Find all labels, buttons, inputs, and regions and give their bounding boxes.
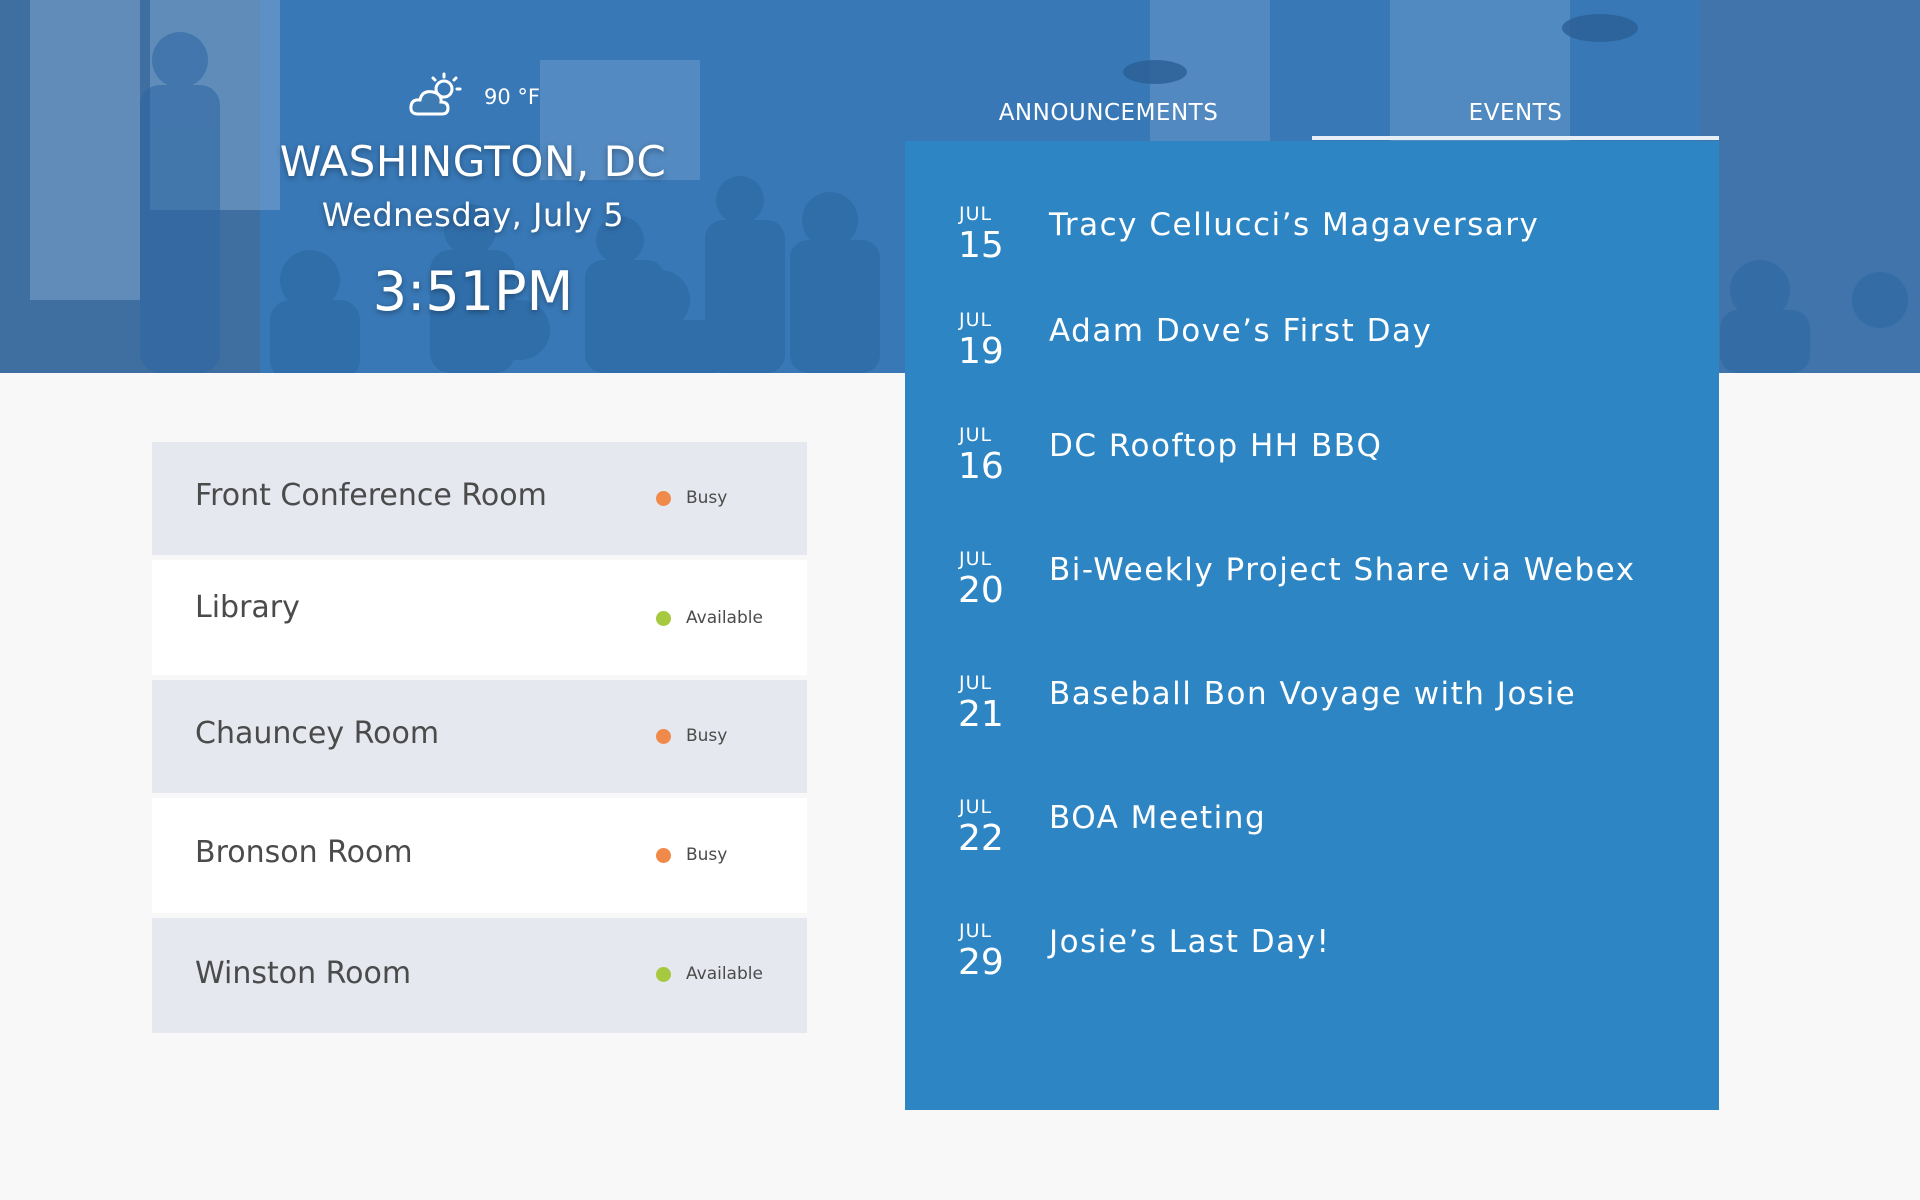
event-item[interactable]: JUL 22 BOA Meeting xyxy=(953,796,1693,866)
event-title: Bi-Weekly Project Share via Webex xyxy=(1049,552,1636,588)
room-status: Busy xyxy=(656,488,727,508)
event-day: 15 xyxy=(958,225,1004,266)
status-text: Busy xyxy=(686,488,728,508)
temperature-label: 90 °F xyxy=(484,85,540,109)
partly-sunny-icon xyxy=(409,72,462,116)
tab-announcements[interactable]: ANNOUNCEMENTS xyxy=(905,92,1312,140)
status-dot-icon xyxy=(656,966,671,982)
event-month: JUL xyxy=(959,424,993,446)
event-title: BOA Meeting xyxy=(1049,800,1267,836)
room-name: Winston Room xyxy=(195,956,412,991)
clock-time: 3:51PM xyxy=(372,260,574,323)
event-month: JUL xyxy=(959,672,993,694)
room-row[interactable]: Winston Room Available xyxy=(152,918,807,1033)
event-item[interactable]: JUL 29 Josie’s Last Day! xyxy=(953,920,1693,990)
room-row[interactable]: Chauncey Room Busy xyxy=(152,680,807,793)
event-month: JUL xyxy=(959,548,993,570)
room-name: Library xyxy=(195,590,300,625)
event-month: JUL xyxy=(959,203,993,225)
event-month: JUL xyxy=(959,920,993,942)
room-status: Busy xyxy=(656,726,727,746)
status-dot-icon xyxy=(656,490,671,506)
event-item[interactable]: JUL 19 Adam Dove’s First Day xyxy=(953,309,1693,379)
status-dot-icon xyxy=(656,610,671,626)
city-title: WASHINGTON, DC xyxy=(279,137,667,186)
event-title: Tracy Cellucci’s Magaversary xyxy=(1049,207,1540,243)
tab-events[interactable]: EVENTS xyxy=(1312,92,1719,140)
tab-bar: ANNOUNCEMENTS EVENTS xyxy=(905,92,1719,140)
room-list: Front Conference Room Busy Library Avail… xyxy=(152,442,807,1038)
event-day: 16 xyxy=(958,446,1004,487)
status-text: Busy xyxy=(686,726,728,746)
event-title: DC Rooftop HH BBQ xyxy=(1049,428,1383,464)
room-status: Available xyxy=(656,964,763,984)
event-item[interactable]: JUL 15 Tracy Cellucci’s Magaversary xyxy=(953,203,1693,273)
event-day: 20 xyxy=(958,570,1004,611)
room-name: Front Conference Room xyxy=(195,478,547,513)
status-dot-icon xyxy=(656,728,671,744)
events-panel: JUL 15 Tracy Cellucci’s Magaversary JUL … xyxy=(905,141,1719,1110)
status-text: Available xyxy=(686,964,763,984)
event-title: Baseball Bon Voyage with Josie xyxy=(1049,676,1577,712)
room-name: Chauncey Room xyxy=(195,716,440,751)
room-status: Busy xyxy=(656,845,727,865)
event-item[interactable]: JUL 21 Baseball Bon Voyage with Josie xyxy=(953,672,1693,742)
room-row[interactable]: Front Conference Room Busy xyxy=(152,442,807,555)
event-title: Adam Dove’s First Day xyxy=(1049,313,1433,349)
status-text: Available xyxy=(686,608,763,628)
status-text: Busy xyxy=(686,845,728,865)
event-title: Josie’s Last Day! xyxy=(1049,924,1331,960)
event-day: 21 xyxy=(958,694,1004,735)
event-item[interactable]: JUL 20 Bi-Weekly Project Share via Webex xyxy=(953,548,1693,618)
room-name: Bronson Room xyxy=(195,835,413,870)
event-day: 19 xyxy=(958,331,1004,372)
room-status: Available xyxy=(656,608,763,628)
event-month: JUL xyxy=(959,796,993,818)
room-row[interactable]: Library Available xyxy=(152,560,807,675)
date-label: Wednesday, July 5 xyxy=(321,196,625,234)
event-month: JUL xyxy=(959,309,993,331)
event-day: 22 xyxy=(958,818,1004,859)
event-item[interactable]: JUL 16 DC Rooftop HH BBQ xyxy=(953,424,1693,494)
room-row[interactable]: Bronson Room Busy xyxy=(152,798,807,913)
status-dot-icon xyxy=(656,847,671,863)
event-day: 29 xyxy=(958,942,1004,983)
weather-widget: 90 °F xyxy=(408,72,540,122)
